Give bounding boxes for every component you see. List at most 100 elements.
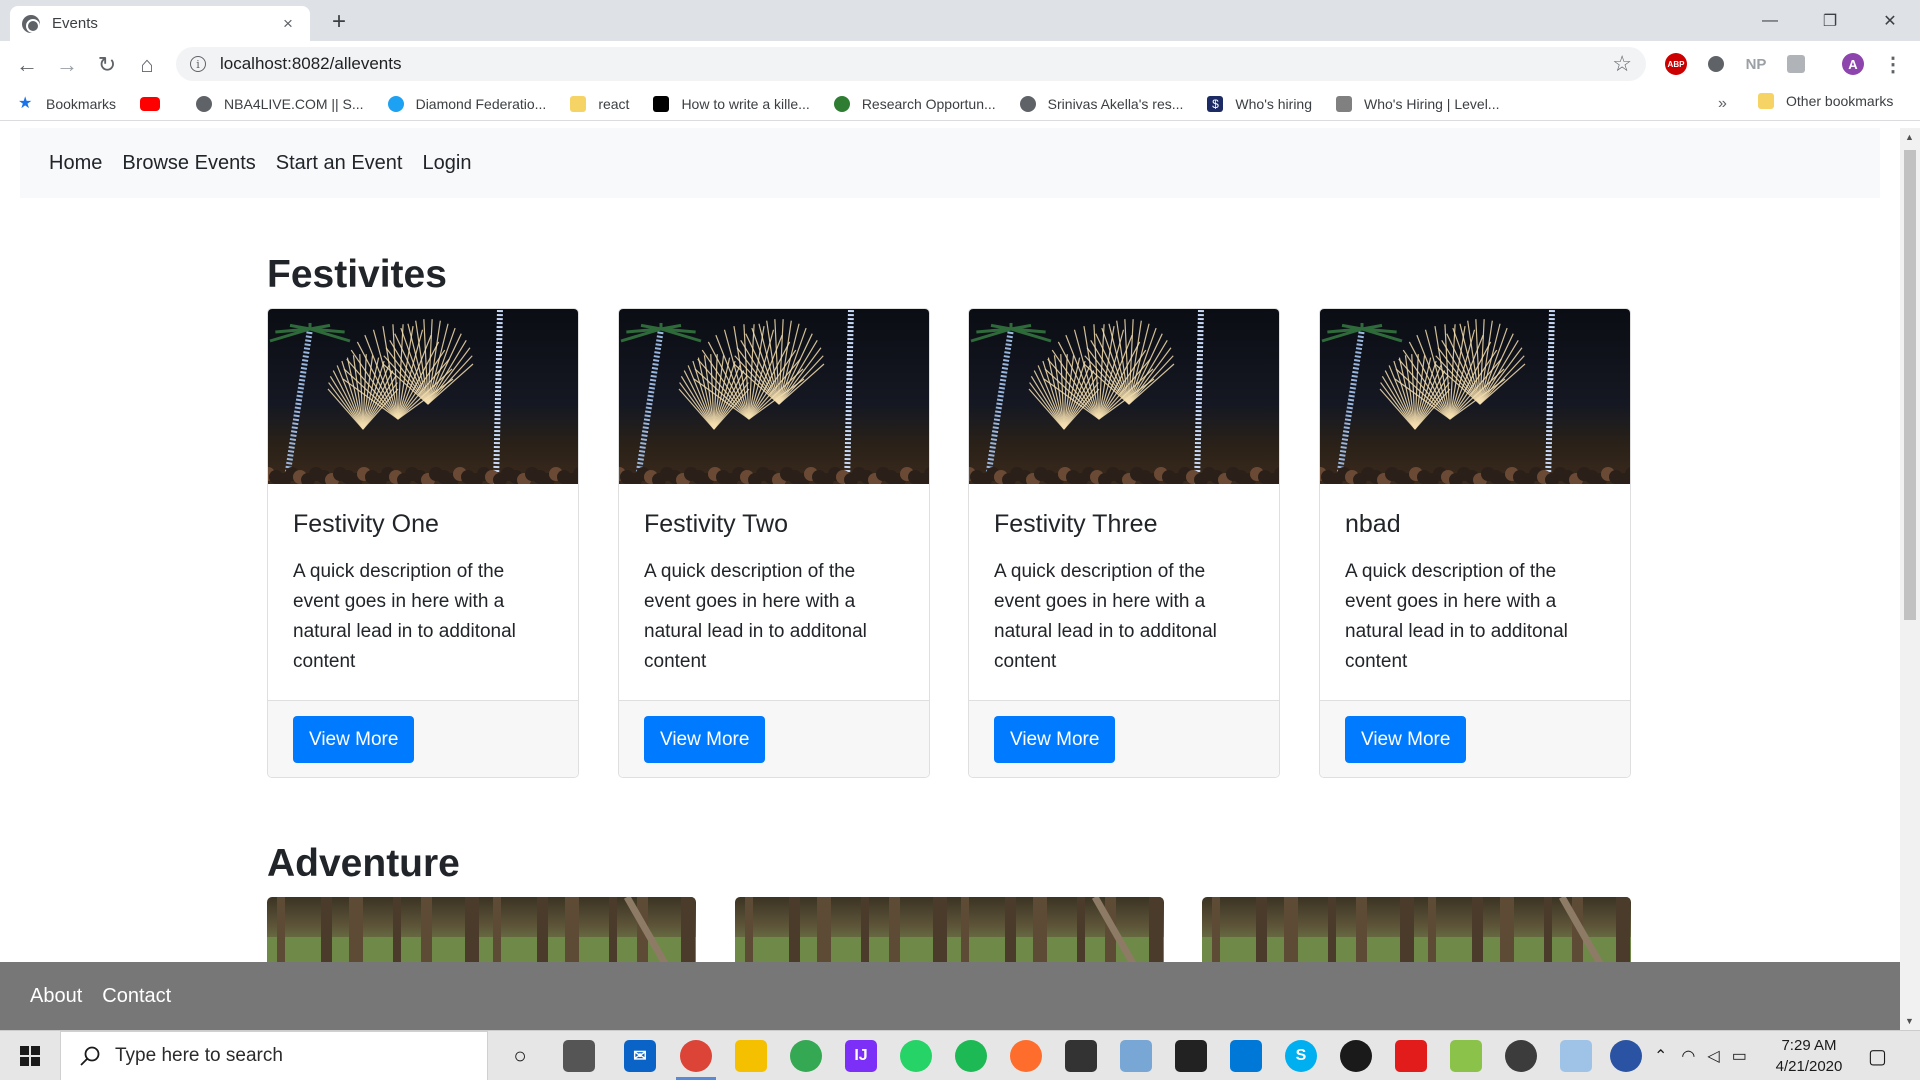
- task-view-icon[interactable]: [563, 1040, 595, 1072]
- card-body: nbad A quick description of the event go…: [1320, 484, 1630, 700]
- bookmark-item[interactable]: Diamond Federatio...: [387, 95, 547, 112]
- bookmark-item[interactable]: Research Opportun...: [833, 95, 996, 112]
- clock-date: 4/21/2020: [1775, 1058, 1843, 1075]
- reload-button[interactable]: ↻: [92, 50, 122, 80]
- fireworks-graphic: [1320, 309, 1630, 484]
- card-body: Festivity Two A quick description of the…: [619, 484, 929, 700]
- forward-button[interactable]: →: [52, 50, 82, 80]
- bookmark-label: Diamond Federatio...: [415, 95, 547, 112]
- card-description: A quick description of the event goes in…: [1345, 561, 1568, 672]
- taskbar-clock[interactable]: 7:29 AM 4/21/2020: [1764, 1035, 1854, 1077]
- browser-tab[interactable]: Events ×: [10, 6, 310, 41]
- scroll-up-icon[interactable]: ▲: [1905, 132, 1914, 142]
- new-tab-button[interactable]: +: [326, 8, 352, 36]
- card-footer: View More: [1320, 700, 1630, 777]
- file-explorer-icon[interactable]: [735, 1040, 767, 1072]
- view-more-button[interactable]: View More: [293, 716, 415, 763]
- nav-home-link[interactable]: Home: [49, 152, 102, 175]
- footer-contact-link[interactable]: Contact: [102, 985, 171, 1008]
- view-more-button[interactable]: View More: [644, 716, 766, 763]
- scroll-down-icon[interactable]: ▼: [1905, 1016, 1914, 1026]
- bookmarks-overflow-button[interactable]: »: [1718, 95, 1727, 113]
- card-body: Festivity One A quick description of the…: [268, 484, 578, 700]
- nav-browse-events-link[interactable]: Browse Events: [122, 152, 255, 175]
- eclipse-icon[interactable]: [1340, 1040, 1372, 1072]
- fireworks-graphic: [619, 309, 929, 484]
- card-title: Festivity Three: [994, 510, 1158, 538]
- notification-app-icon[interactable]: [1610, 1040, 1642, 1072]
- bookmark-item[interactable]: Who's Hiring | Level...: [1336, 95, 1499, 112]
- card-description: A quick description of the event goes in…: [644, 561, 867, 672]
- image-viewer-icon[interactable]: [1450, 1040, 1482, 1072]
- wifi-icon[interactable]: ◠: [1681, 1046, 1695, 1066]
- page-scrollbar[interactable]: ▲ ▼: [1900, 128, 1920, 1030]
- card-title: nbad: [1345, 510, 1401, 538]
- site-info-icon[interactable]: i: [190, 56, 206, 72]
- nav-login-link[interactable]: Login: [423, 152, 472, 175]
- terminal-icon[interactable]: [1175, 1040, 1207, 1072]
- menu-icon[interactable]: ⋮: [1882, 53, 1904, 76]
- bookmark-item[interactable]: NBA4LIVE.COM || S...: [196, 95, 364, 112]
- notes-icon[interactable]: [1065, 1040, 1097, 1072]
- site-navbar: Home Browse Events Start an Event Login: [20, 128, 1880, 198]
- skype-icon[interactable]: S: [1285, 1040, 1317, 1072]
- bookmark-item[interactable]: $ Who's hiring: [1207, 95, 1312, 112]
- np-extension-icon[interactable]: NP: [1745, 53, 1767, 75]
- bookmark-label: react: [598, 95, 630, 112]
- start-button[interactable]: [0, 1031, 60, 1080]
- vscode-icon[interactable]: [1230, 1040, 1262, 1072]
- bookmark-label: NBA4LIVE.COM || S...: [224, 95, 364, 112]
- event-card: Festivity Two A quick description of the…: [618, 308, 930, 778]
- snip-icon[interactable]: [1120, 1040, 1152, 1072]
- battery-icon[interactable]: ▭: [1732, 1046, 1747, 1066]
- whatsapp-icon[interactable]: [900, 1040, 932, 1072]
- nav-start-event-link[interactable]: Start an Event: [276, 152, 403, 175]
- url-text[interactable]: localhost:8082/allevents: [220, 54, 1612, 74]
- postman-icon[interactable]: [1010, 1040, 1042, 1072]
- bookmarks-bar: ★ Bookmarks NBA4LIVE.COM || S... Diamond…: [0, 87, 1920, 121]
- taskbar-search[interactable]: Type here to search: [60, 1031, 488, 1080]
- address-bar[interactable]: i localhost:8082/allevents ☆: [176, 47, 1646, 81]
- card-footer: View More: [619, 700, 929, 777]
- bookmark-item[interactable]: How to write a kille...: [653, 95, 810, 112]
- mail-icon[interactable]: ✉: [624, 1040, 656, 1072]
- profile-avatar[interactable]: A: [1842, 53, 1864, 75]
- youtube-icon: [140, 96, 161, 111]
- view-more-button[interactable]: View More: [994, 716, 1116, 763]
- extension-circle-icon[interactable]: [1705, 53, 1727, 75]
- bookmark-star-icon[interactable]: ☆: [1612, 51, 1632, 77]
- chrome-icon[interactable]: [680, 1040, 712, 1072]
- close-window-button[interactable]: ✕: [1860, 0, 1920, 41]
- forest-image: [735, 897, 1164, 967]
- cortana-icon[interactable]: ○: [504, 1040, 536, 1072]
- acrobat-icon[interactable]: [1395, 1040, 1427, 1072]
- chevron-up-icon[interactable]: ⌃: [1654, 1046, 1667, 1066]
- extension-square-icon[interactable]: [1785, 53, 1807, 75]
- bookmark-label: How to write a kille...: [681, 95, 810, 112]
- gamepad-icon[interactable]: [1505, 1040, 1537, 1072]
- scroll-thumb[interactable]: [1904, 150, 1916, 620]
- close-tab-icon[interactable]: ×: [278, 14, 298, 34]
- card-title: Festivity Two: [644, 510, 789, 538]
- volume-icon[interactable]: ◁: [1707, 1046, 1719, 1066]
- intellij-icon[interactable]: IJ: [845, 1040, 877, 1072]
- back-button[interactable]: ←: [12, 50, 42, 80]
- adblock-icon[interactable]: ABP: [1665, 53, 1687, 75]
- paint-icon[interactable]: [1560, 1040, 1592, 1072]
- bookmark-item[interactable]: ★ Bookmarks: [18, 95, 116, 112]
- action-center-icon[interactable]: ▢: [1868, 1031, 1887, 1080]
- spotify-icon[interactable]: [955, 1040, 987, 1072]
- footer-about-link[interactable]: About: [30, 985, 82, 1008]
- restore-button[interactable]: ❐: [1800, 0, 1860, 41]
- card-title: Festivity One: [293, 510, 439, 538]
- minimize-button[interactable]: —: [1740, 0, 1800, 41]
- other-bookmarks[interactable]: Other bookmarks: [1758, 93, 1893, 109]
- home-button[interactable]: ⌂: [132, 50, 162, 80]
- globe-icon: [1019, 95, 1036, 112]
- maps-icon[interactable]: [790, 1040, 822, 1072]
- bookmark-item[interactable]: Srinivas Akella's res...: [1019, 95, 1183, 112]
- windows-taskbar: Type here to search ○ ✉ IJ S ⌃ ◠ ◁ ▭ 7:2…: [0, 1030, 1920, 1080]
- view-more-button[interactable]: View More: [1345, 716, 1467, 763]
- bookmark-item[interactable]: [140, 96, 172, 111]
- bookmark-item[interactable]: react: [570, 95, 630, 112]
